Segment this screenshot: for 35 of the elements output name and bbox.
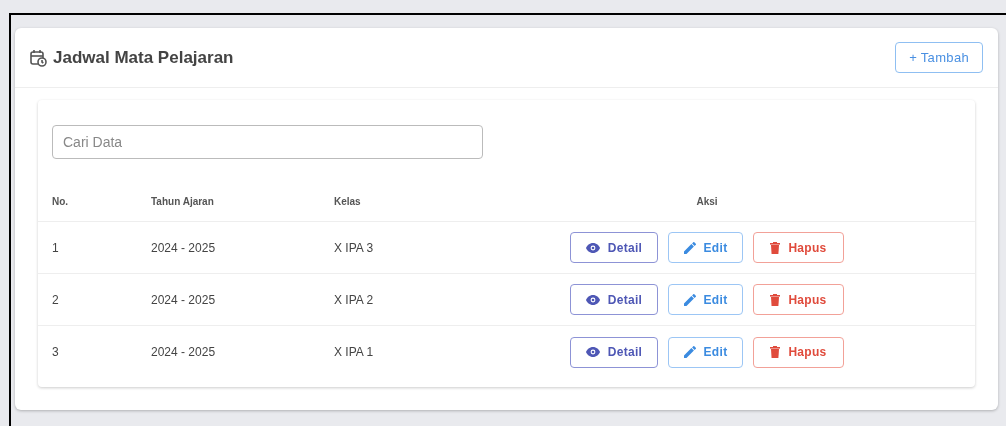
column-header: Kelas [334,194,362,209]
add-button[interactable]: + Tambah [895,42,983,73]
table-cell-text: 2024 - 2025 [151,344,217,361]
edit-button[interactable]: Edit [668,284,743,315]
column-header: No. [52,194,70,209]
delete-button[interactable]: Hapus [753,232,844,263]
edit-button[interactable]: Edit [668,232,743,263]
detail-button[interactable]: Detail [570,284,658,315]
column-header: Tahun Ajaran [151,194,215,209]
delete-button[interactable]: Hapus [753,336,844,368]
eye-icon [585,347,600,357]
table-cell-text: 2024 - 2025 [151,239,217,257]
trash-icon [770,241,781,254]
pencil-icon [683,293,696,306]
table-cell-text: X IPA 1 [334,344,375,361]
table-cell-text: 1 [52,239,60,257]
table-cell-text: 2024 - 2025 [151,291,217,309]
table-cell-text: 2 [52,291,60,309]
table-cell-text: X IPA 2 [334,291,375,309]
page-title: Jadwal Mata Pelajaran [53,46,234,69]
calendar-clock-icon [30,48,47,67]
table-cell-text: X IPA 3 [334,239,375,257]
pencil-icon [683,346,696,358]
trash-icon [770,346,781,358]
detail-button[interactable]: Detail [570,336,658,368]
edit-button[interactable]: Edit [668,336,743,368]
eye-icon [585,242,600,253]
delete-button[interactable]: Hapus [753,284,844,315]
detail-button[interactable]: Detail [570,232,658,263]
search-field[interactable]: Cari Data [52,125,483,159]
pencil-icon [683,241,696,254]
column-header: Aksi [695,194,719,209]
eye-icon [585,294,600,305]
table-cell-text: 3 [52,344,60,361]
trash-icon [770,293,781,306]
